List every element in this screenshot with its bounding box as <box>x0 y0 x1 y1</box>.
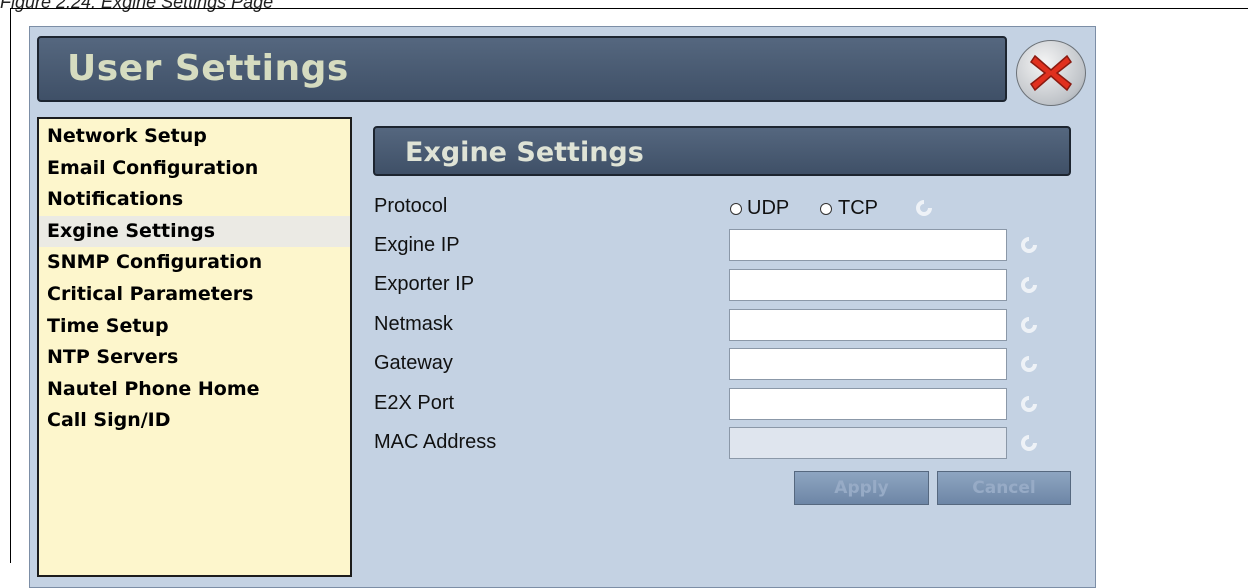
gateway-label: Gateway <box>374 352 453 374</box>
sidebar-item-call-sign-id[interactable]: Call Sign/ID <box>39 405 350 437</box>
reset-icon[interactable] <box>1018 432 1040 454</box>
mac-address-field <box>729 427 1007 459</box>
reset-icon[interactable] <box>1018 393 1040 415</box>
sidebar-item-snmp-configuration[interactable]: SNMP Configuration <box>39 247 350 279</box>
reset-icon[interactable] <box>1018 234 1040 256</box>
reset-icon[interactable] <box>1018 274 1040 296</box>
mac-address-label: MAC Address <box>374 431 497 453</box>
section-title: Exgine Settings <box>405 137 644 168</box>
sidebar-item-notifications[interactable]: Notifications <box>39 184 350 216</box>
sidebar-item-time-setup[interactable]: Time Setup <box>39 311 350 343</box>
sidebar-item-network-setup[interactable]: Network Setup <box>39 121 350 153</box>
tcp-label: TCP <box>838 197 878 219</box>
reset-icon[interactable] <box>1018 353 1040 375</box>
sidebar-menu: Network Setup Email Configuration Notifi… <box>37 117 352 577</box>
close-icon <box>1029 54 1073 92</box>
tcp-radio[interactable] <box>820 203 832 215</box>
protocol-label: Protocol <box>374 195 448 217</box>
gateway-field[interactable] <box>729 348 1007 380</box>
netmask-field[interactable] <box>729 309 1007 341</box>
sidebar-item-nautel-phone-home[interactable]: Nautel Phone Home <box>39 374 350 406</box>
section-header: Exgine Settings <box>373 126 1071 176</box>
window-title: User Settings <box>67 48 349 89</box>
figure-caption: Figure 2.24: Exgine Settings Page <box>0 0 274 12</box>
e2x-port-label: E2X Port <box>374 392 455 414</box>
window-titlebar: User Settings <box>37 36 1007 102</box>
frame-border-top <box>10 8 1248 9</box>
exgine-ip-label: Exgine IP <box>374 234 460 256</box>
close-button[interactable] <box>1016 40 1086 106</box>
e2x-port-field[interactable] <box>729 388 1007 420</box>
cancel-button[interactable]: Cancel <box>937 471 1071 505</box>
sidebar-item-exgine-settings[interactable]: Exgine Settings <box>39 215 350 248</box>
exporter-ip-label: Exporter IP <box>374 273 475 295</box>
udp-label: UDP <box>747 197 790 219</box>
sidebar-item-critical-parameters[interactable]: Critical Parameters <box>39 279 350 311</box>
udp-radio[interactable] <box>730 203 742 215</box>
sidebar-item-email-configuration[interactable]: Email Configuration <box>39 153 350 185</box>
exgine-ip-field[interactable] <box>729 229 1007 261</box>
exporter-ip-field[interactable] <box>729 269 1007 301</box>
reset-icon[interactable] <box>913 197 935 219</box>
sidebar-item-ntp-servers[interactable]: NTP Servers <box>39 342 350 374</box>
frame-border-left <box>10 8 11 563</box>
reset-icon[interactable] <box>1018 314 1040 336</box>
netmask-label: Netmask <box>374 313 453 335</box>
apply-button[interactable]: Apply <box>794 471 929 505</box>
